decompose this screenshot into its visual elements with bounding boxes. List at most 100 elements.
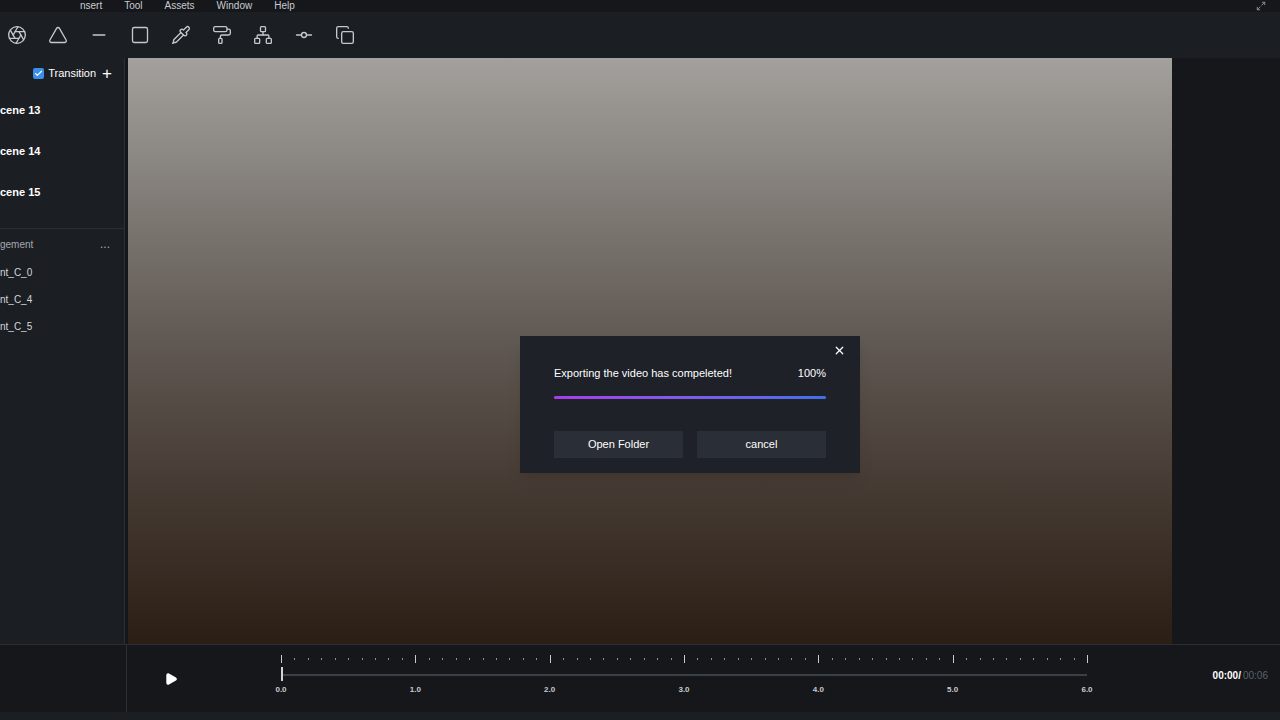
- major-tick: [818, 655, 819, 663]
- minor-tick: [778, 658, 779, 660]
- major-tick: [415, 655, 416, 663]
- current-time: 00:00/: [1213, 668, 1241, 683]
- minor-tick: [590, 658, 591, 660]
- major-tick: [1087, 655, 1088, 663]
- minor-tick: [926, 658, 927, 660]
- scene-item[interactable]: cene 13: [0, 90, 124, 131]
- playhead[interactable]: [281, 667, 283, 681]
- minor-tick: [1047, 658, 1048, 660]
- management-item[interactable]: nt_C_4: [0, 286, 124, 313]
- scene-item[interactable]: cene 14: [0, 131, 124, 172]
- minor-tick: [859, 658, 860, 660]
- minor-tick: [697, 658, 698, 660]
- menu-bar: nsert Tool Assets Window Help: [0, 0, 1280, 12]
- management-item[interactable]: nt_C_5: [0, 313, 124, 340]
- minor-tick: [375, 658, 376, 660]
- cone-icon[interactable]: [48, 25, 68, 45]
- minor-tick: [483, 658, 484, 660]
- menu-item[interactable]: Help: [274, 0, 295, 12]
- tick-label: 1.0: [410, 684, 421, 696]
- progress-fill: [554, 396, 826, 399]
- minor-tick: [899, 658, 900, 660]
- more-button[interactable]: ...: [100, 239, 110, 249]
- tick-label: 3.0: [678, 684, 689, 696]
- minor-tick: [617, 658, 618, 660]
- menu-item[interactable]: Assets: [165, 0, 195, 12]
- close-icon[interactable]: [833, 344, 846, 357]
- light-icon[interactable]: [7, 25, 27, 45]
- minor-tick: [644, 658, 645, 660]
- minor-tick: [348, 658, 349, 660]
- tick-label: 0.0: [275, 684, 286, 696]
- app-window: nsert Tool Assets Window Help Transition + cene…: [0, 0, 1280, 720]
- scene-panel: Transition + cene 13cene 14cene 15 gement..…: [0, 58, 125, 644]
- ruler[interactable]: 0.01.02.03.04.05.06.0: [281, 645, 1087, 712]
- scene-item[interactable]: cene 15: [0, 172, 124, 213]
- minor-tick: [362, 658, 363, 660]
- transform-icon[interactable]: [253, 25, 273, 45]
- minor-tick: [496, 658, 497, 660]
- minor-tick: [1074, 658, 1075, 660]
- dialog-message: Exporting the video has compeleted!: [554, 365, 732, 382]
- minor-tick: [872, 658, 873, 660]
- minor-tick: [765, 658, 766, 660]
- major-tick: [953, 655, 954, 663]
- transition-checkbox[interactable]: [33, 68, 44, 79]
- transition-label: Transition: [48, 65, 96, 82]
- management-header: gement...: [0, 229, 124, 259]
- toolbar: [0, 12, 1280, 58]
- tick-label: 6.0: [1081, 684, 1092, 696]
- tick-label: 5.0: [947, 684, 958, 696]
- minor-tick: [1020, 658, 1021, 660]
- line-icon[interactable]: [89, 25, 109, 45]
- major-tick: [550, 655, 551, 663]
- minor-tick: [980, 658, 981, 660]
- paint-roller-icon[interactable]: [212, 25, 232, 45]
- minor-tick: [577, 658, 578, 660]
- menu-item[interactable]: nsert: [80, 0, 102, 12]
- management-item[interactable]: nt_C_0: [0, 259, 124, 286]
- minor-tick: [536, 658, 537, 660]
- eyedropper-icon[interactable]: [171, 25, 191, 45]
- minor-tick: [523, 658, 524, 660]
- menu-item[interactable]: Tool: [124, 0, 142, 12]
- minor-tick: [751, 658, 752, 660]
- dialog-button[interactable]: cancel: [697, 431, 826, 458]
- minor-tick: [886, 658, 887, 660]
- minor-tick: [442, 658, 443, 660]
- minor-tick: [509, 658, 510, 660]
- check-icon: [34, 69, 43, 78]
- minor-tick: [912, 658, 913, 660]
- tick-label: 2.0: [544, 684, 555, 696]
- minor-tick: [939, 658, 940, 660]
- minor-tick: [429, 658, 430, 660]
- progress-percent: 100%: [798, 365, 826, 382]
- minor-tick: [402, 658, 403, 660]
- progress-bar: [554, 396, 826, 399]
- dialog-button[interactable]: Open Folder: [554, 431, 683, 458]
- tick-label: 4.0: [813, 684, 824, 696]
- maximize-icon[interactable]: [1256, 1, 1266, 11]
- major-tick: [281, 655, 282, 663]
- transition-row: Transition +: [0, 58, 124, 88]
- minor-tick: [603, 658, 604, 660]
- rectangle-icon[interactable]: [130, 25, 150, 45]
- minor-tick: [1006, 658, 1007, 660]
- minor-tick: [563, 658, 564, 660]
- minor-tick: [738, 658, 739, 660]
- minor-tick: [966, 658, 967, 660]
- minor-tick: [630, 658, 631, 660]
- layers-icon[interactable]: [335, 25, 355, 45]
- timeline: 0.01.02.03.04.05.06.000:00/00:06: [0, 644, 1280, 712]
- minor-tick: [335, 658, 336, 660]
- play-icon[interactable]: [164, 672, 178, 686]
- minor-tick: [832, 658, 833, 660]
- menu-item[interactable]: Window: [217, 0, 253, 12]
- minor-tick: [388, 658, 389, 660]
- add-scene-button[interactable]: +: [102, 65, 112, 82]
- minor-tick: [671, 658, 672, 660]
- track: [281, 674, 1087, 676]
- viewport[interactable]: Exporting the video has compeleted! 100% O…: [128, 58, 1172, 644]
- minor-tick: [294, 658, 295, 660]
- align-icon[interactable]: [294, 25, 314, 45]
